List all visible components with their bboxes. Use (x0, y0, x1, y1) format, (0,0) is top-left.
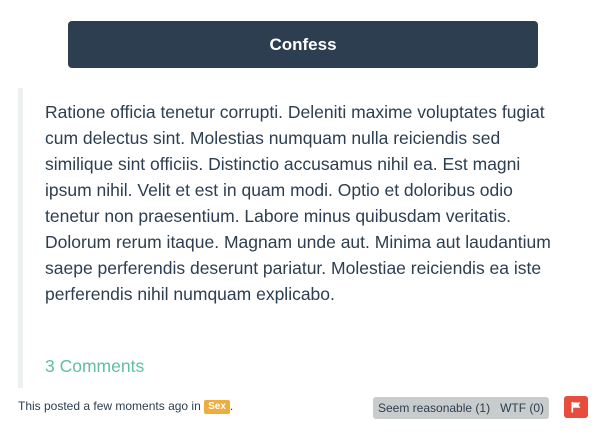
category-badge[interactable]: Sex (204, 400, 230, 414)
confession-text: Ratione officia tenetur corrupti. Deleni… (45, 102, 551, 304)
page: Confess Ratione officia tenetur corrupti… (0, 0, 609, 432)
comments-link[interactable]: 3 Comments (45, 354, 144, 378)
confession-card: Ratione officia tenetur corrupti. Deleni… (18, 88, 583, 388)
flag-icon (571, 402, 581, 413)
report-button[interactable] (564, 396, 588, 418)
vote-group: Seem reasonable (1) WTF (0) (373, 397, 550, 419)
confess-button[interactable]: Confess (68, 21, 538, 68)
post-meta-prefix: This posted a few moments ago in (18, 399, 205, 413)
seem-reasonable-button[interactable]: Seem reasonable (1) (373, 397, 495, 419)
post-meta-suffix: . (229, 399, 234, 413)
wtf-button[interactable]: WTF (0) (495, 397, 549, 419)
post-meta: This posted a few moments ago in Sex. (18, 398, 233, 414)
